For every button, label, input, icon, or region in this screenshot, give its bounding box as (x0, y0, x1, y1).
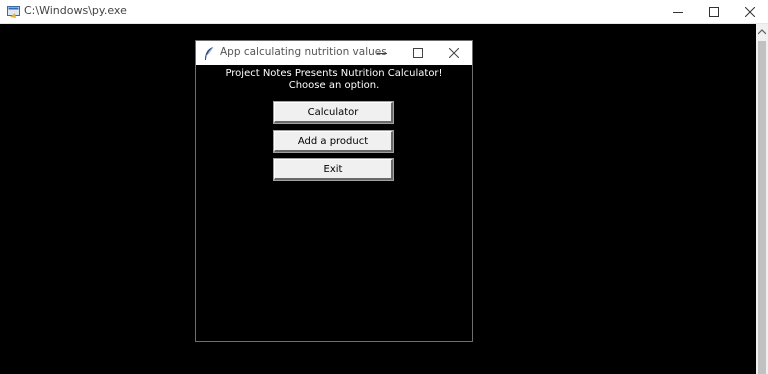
console-close-button[interactable] (732, 0, 768, 23)
app-maximize-button[interactable] (400, 41, 436, 65)
close-icon (745, 6, 755, 17)
console-minimize-button[interactable] (660, 0, 696, 23)
minimize-icon (673, 11, 683, 13)
python-launcher-icon (7, 4, 21, 18)
console-window-controls (660, 0, 768, 23)
nutrition-app-window: App calculating nutrition values Project… (195, 40, 473, 342)
app-window-controls (364, 41, 472, 65)
maximize-icon (413, 48, 423, 58)
console-scrollbar[interactable] (756, 24, 768, 374)
console-title: C:\Windows\py.exe (24, 4, 127, 17)
console-titlebar[interactable]: C:\Windows\py.exe (0, 0, 768, 24)
feather-icon (203, 46, 215, 60)
app-content: Project Notes Presents Nutrition Calcula… (196, 65, 472, 341)
app-title: App calculating nutrition values (220, 46, 387, 58)
scrollbar-thumb[interactable] (758, 41, 766, 374)
app-close-button[interactable] (436, 41, 472, 65)
close-icon (449, 48, 459, 58)
app-titlebar[interactable]: App calculating nutrition values (196, 41, 472, 65)
scroll-up-arrow-icon (758, 29, 766, 35)
calculator-button[interactable]: Calculator (273, 101, 394, 124)
app-minimize-button[interactable] (364, 41, 400, 65)
scroll-up-button[interactable] (756, 24, 768, 40)
maximize-icon (709, 6, 719, 17)
add-product-button[interactable]: Add a product (273, 130, 394, 153)
minimize-icon (377, 53, 387, 54)
welcome-heading: Project Notes Presents Nutrition Calcula… (196, 68, 472, 92)
exit-button[interactable]: Exit (273, 158, 394, 181)
console-maximize-button[interactable] (696, 0, 732, 23)
heading-line-title: Project Notes Presents Nutrition Calcula… (225, 68, 443, 79)
heading-line-prompt: Choose an option. (288, 80, 380, 91)
